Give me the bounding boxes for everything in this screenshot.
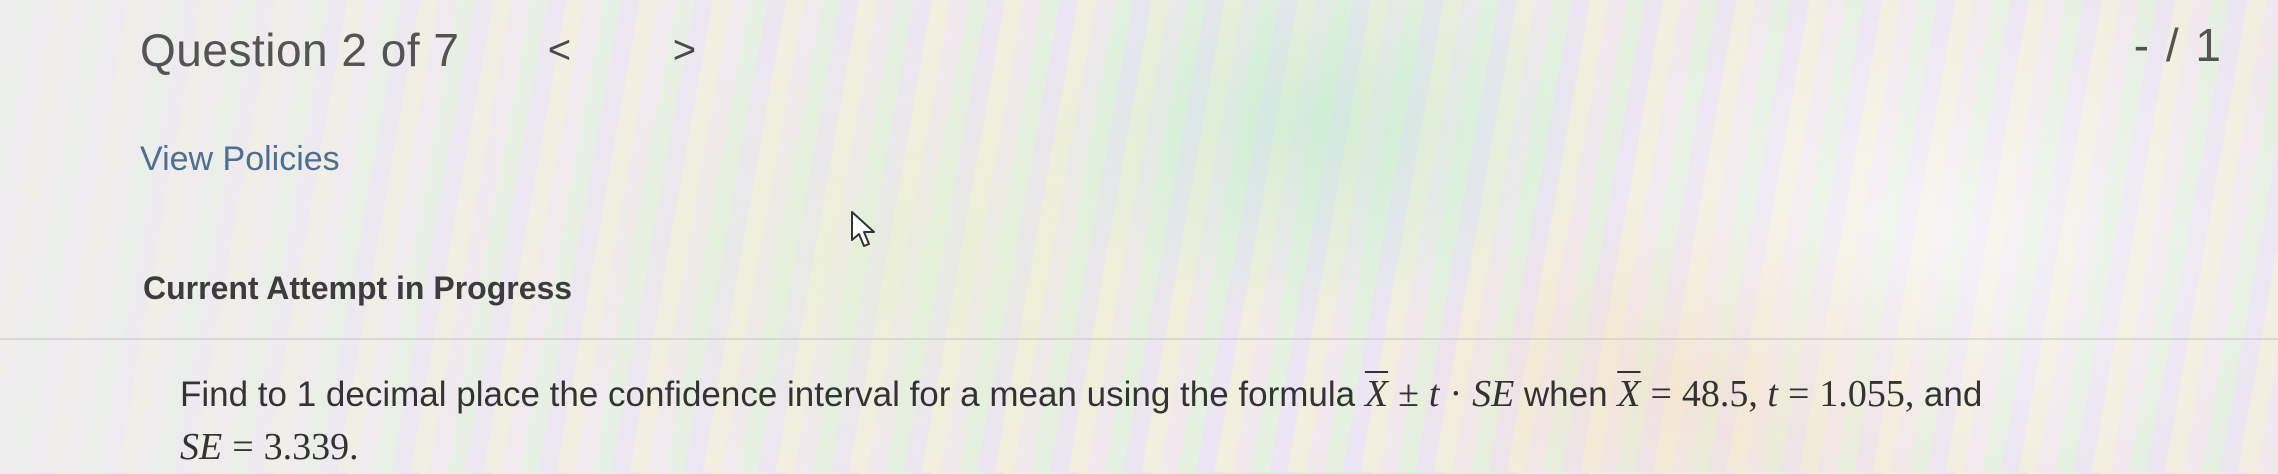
xbar-var: X: [1617, 373, 1641, 415]
attempt-heading: Current Attempt in Progress: [143, 270, 573, 306]
prompt-text: Find to 1 decimal place the confidence i…: [180, 375, 1356, 414]
t-value: 1.055,: [1819, 373, 1915, 415]
and-text: and: [1923, 375, 1983, 414]
t-var: t: [1767, 373, 1778, 415]
se-value: 3.339.: [263, 426, 359, 468]
previous-question-button[interactable]: <: [539, 20, 579, 80]
formula-xbar: X: [1364, 373, 1389, 415]
se-var: SE: [180, 426, 223, 468]
view-policies-link[interactable]: View Policies: [140, 140, 340, 179]
question-counter: Question 2 of 7: [140, 24, 460, 76]
when-text: when: [1523, 375, 1608, 414]
formula: X ± t · SE: [1365, 373, 1524, 415]
xbar-value: 48.5,: [1681, 373, 1758, 415]
next-question-button[interactable]: >: [664, 20, 704, 80]
se-assignment: SE = 3.339.: [180, 426, 359, 468]
score-display: - / 1: [2133, 19, 2223, 71]
question-header: Question 2 of 7 < >: [140, 20, 704, 80]
xbar-assignment: X = 48.5, t = 1.055,: [1617, 373, 1924, 415]
mouse-pointer-icon: [851, 211, 875, 247]
equals-sign: =: [1787, 373, 1810, 415]
formula-plus-minus: ±: [1398, 373, 1419, 415]
section-divider: [0, 338, 2278, 340]
equals-sign: =: [1650, 373, 1672, 415]
formula-se: SE: [1472, 373, 1515, 415]
formula-dot: ·: [1449, 373, 1463, 415]
equals-sign: =: [232, 426, 254, 468]
formula-t: t: [1428, 373, 1440, 415]
question-prompt: Find to 1 decimal place the confidence i…: [180, 368, 2240, 474]
